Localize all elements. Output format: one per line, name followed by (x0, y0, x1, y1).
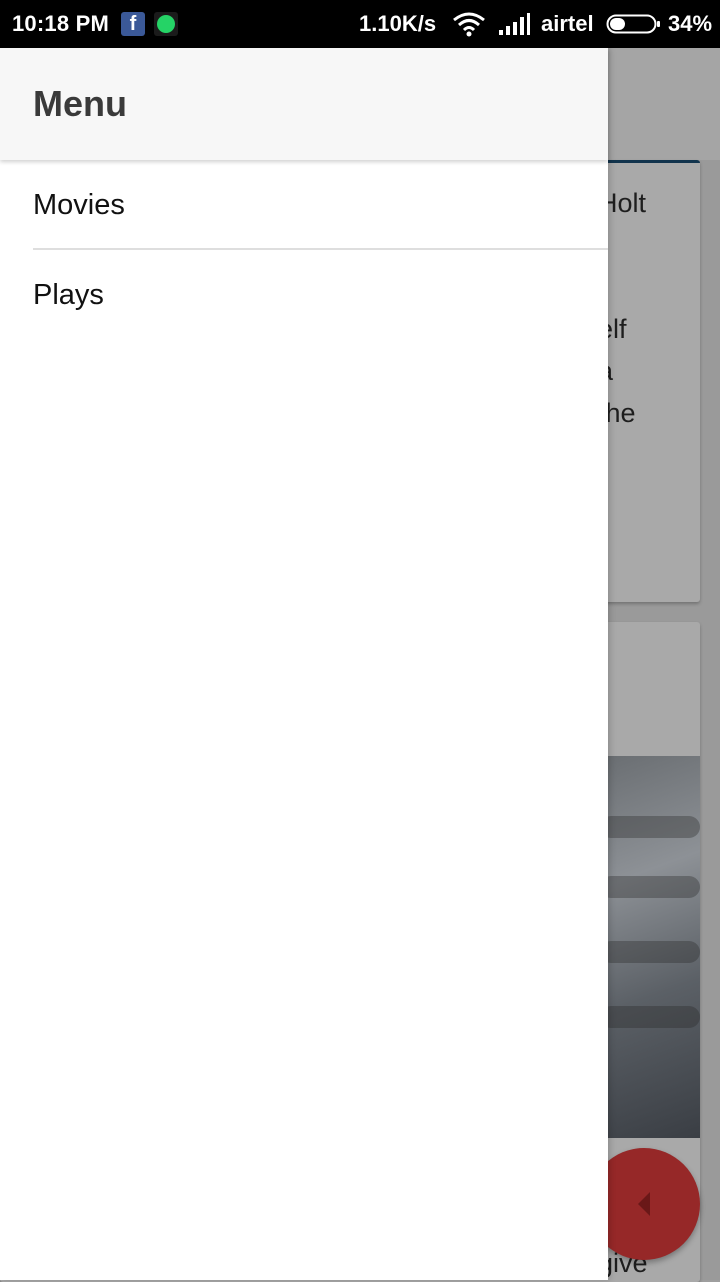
battery-percent: 34% (668, 11, 713, 36)
carrier-name: airtel (541, 11, 594, 36)
facebook-icon: f (121, 12, 145, 36)
signal-icon (497, 0, 531, 48)
whatsapp-icon (154, 12, 178, 36)
card-accent-line (608, 160, 700, 163)
status-bar: 10:18 PM f 1.10K/s airtel 34% (0, 0, 720, 48)
drawer-title: Menu (33, 83, 127, 124)
navigation-drawer: Menu Movies Plays (0, 48, 608, 1280)
network-speed: 1.10K/s (359, 11, 437, 36)
battery-icon (606, 0, 662, 48)
wifi-icon (452, 0, 486, 48)
drawer-header: Menu (0, 48, 608, 160)
drawer-item-label: Plays (33, 278, 104, 311)
drawer-item-movies[interactable]: Movies (0, 160, 608, 250)
chevron-left-icon (638, 1192, 650, 1216)
drawer-item-label: Movies (33, 188, 125, 221)
status-time: 10:18 PM (12, 11, 109, 36)
drawer-item-plays[interactable]: Plays (0, 250, 608, 340)
